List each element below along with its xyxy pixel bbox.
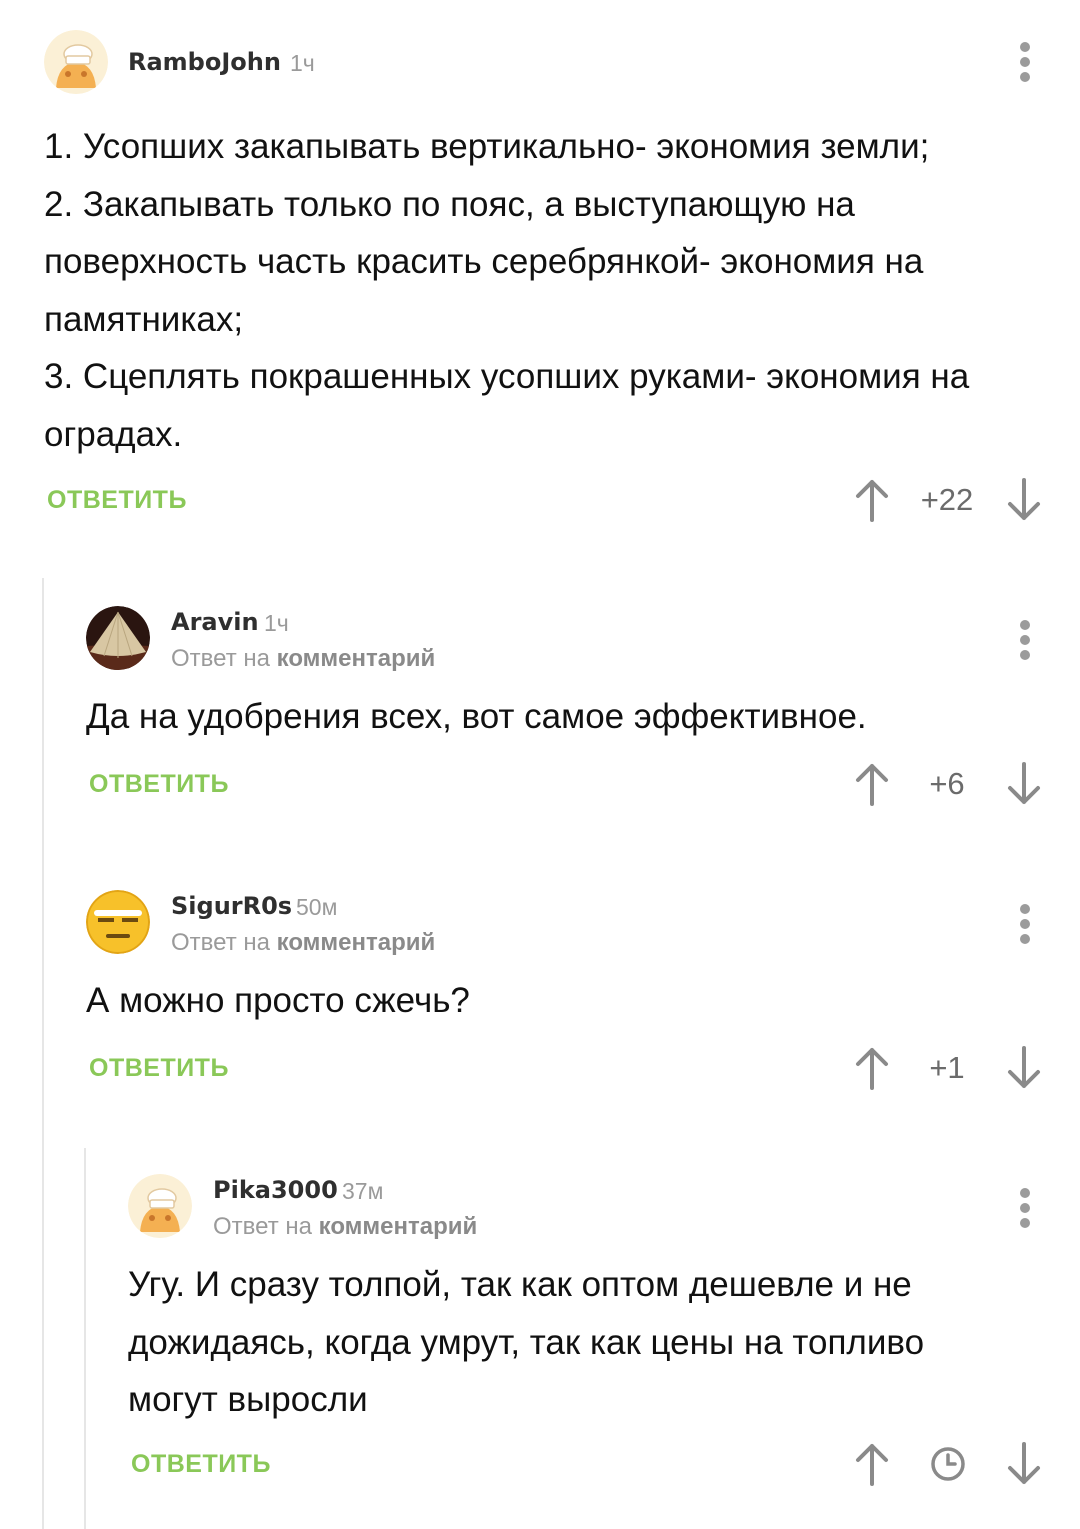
conical-hat-avatar-icon [86, 606, 150, 670]
reply-to-link[interactable]: Ответ на комментарий [213, 1213, 477, 1241]
comment-line: 2. Закапывать только по пояс, а выступаю… [44, 184, 855, 224]
reply-to-prefix: Ответ на [171, 929, 270, 956]
avatar[interactable] [128, 1174, 192, 1238]
rating-value: +1 [929, 1050, 965, 1085]
comment-line: Да на удобрения всех, вот самое эффектив… [86, 697, 867, 736]
timestamp: 1ч [290, 50, 315, 76]
comment-line: оградах. [44, 414, 183, 454]
downvote-arrow-icon[interactable] [1004, 1442, 1044, 1486]
rating-value: +6 [929, 766, 965, 801]
reply-to-comment-link[interactable]: комментарий [319, 1213, 478, 1240]
clock-icon [929, 1445, 967, 1483]
upvote-arrow-icon[interactable] [852, 1442, 892, 1486]
reply-to-comment-link[interactable]: комментарий [277, 645, 436, 672]
avatar[interactable] [86, 606, 150, 670]
username[interactable]: SigurR0s [171, 892, 292, 920]
reply-button[interactable]: ОТВЕТИТЬ [89, 1054, 229, 1083]
reply-to-link[interactable]: Ответ на комментарий [171, 645, 435, 673]
comment-body: А можно просто сжечь? [86, 972, 1036, 1030]
comment-line: Угу. И сразу толпой, так как оптом дешев… [128, 1265, 912, 1304]
menu-dots-icon[interactable] [1015, 1188, 1035, 1232]
default-avatar-icon [44, 30, 108, 94]
downvote-arrow-icon[interactable] [1004, 478, 1044, 522]
rating-value: +22 [920, 482, 974, 517]
comment-line: 1. Усопших закапывать вертикально- эконо… [44, 127, 930, 166]
thread-line-level-1 [42, 578, 44, 1529]
comment-body: 1. Усопших закапывать вертикально- эконо… [44, 118, 1044, 463]
timestamp: 1ч [264, 610, 289, 636]
username[interactable]: Aravin [171, 608, 259, 636]
comment-line: 3. Сцеплять покрашенных усопших руками- … [44, 357, 970, 396]
username[interactable]: Pika3000 [213, 1176, 338, 1204]
comment-line: А можно просто сжечь? [86, 981, 470, 1020]
reply-to-link[interactable]: Ответ на комментарий [171, 929, 435, 957]
avatar[interactable] [44, 30, 108, 94]
comment-line: дожидаясь, когда умрут, так как цены на … [128, 1322, 925, 1362]
upvote-arrow-icon[interactable] [852, 762, 892, 806]
upvote-arrow-icon[interactable] [852, 1046, 892, 1090]
menu-dots-icon[interactable] [1015, 620, 1035, 664]
reply-button[interactable]: ОТВЕТИТЬ [89, 770, 229, 799]
menu-dots-icon[interactable] [1015, 42, 1035, 86]
default-avatar-icon [128, 1174, 192, 1238]
emoji-face-avatar-icon [86, 890, 150, 954]
username[interactable]: RamboJohn [128, 48, 281, 76]
comment-body: Да на удобрения всех, вот самое эффектив… [86, 688, 1036, 746]
menu-dots-icon[interactable] [1015, 904, 1035, 948]
comment-line: могут выросли [128, 1380, 368, 1419]
comment-body: Угу. И сразу толпой, так как оптом дешев… [128, 1256, 1048, 1429]
reply-to-prefix: Ответ на [213, 1213, 312, 1240]
comment-line: поверхность часть красить серебрянкой- э… [44, 242, 924, 281]
comment-line: памятниках; [44, 299, 244, 339]
thread-line-level-2 [84, 1148, 86, 1529]
downvote-arrow-icon[interactable] [1004, 762, 1044, 806]
avatar[interactable] [86, 890, 150, 954]
downvote-arrow-icon[interactable] [1004, 1046, 1044, 1090]
reply-button[interactable]: ОТВЕТИТЬ [47, 486, 187, 515]
reply-button[interactable]: ОТВЕТИТЬ [131, 1450, 271, 1479]
reply-to-comment-link[interactable]: комментарий [277, 929, 436, 956]
timestamp: 50м [296, 894, 338, 920]
timestamp: 37м [342, 1178, 384, 1204]
upvote-arrow-icon[interactable] [852, 478, 892, 522]
reply-to-prefix: Ответ на [171, 645, 270, 672]
